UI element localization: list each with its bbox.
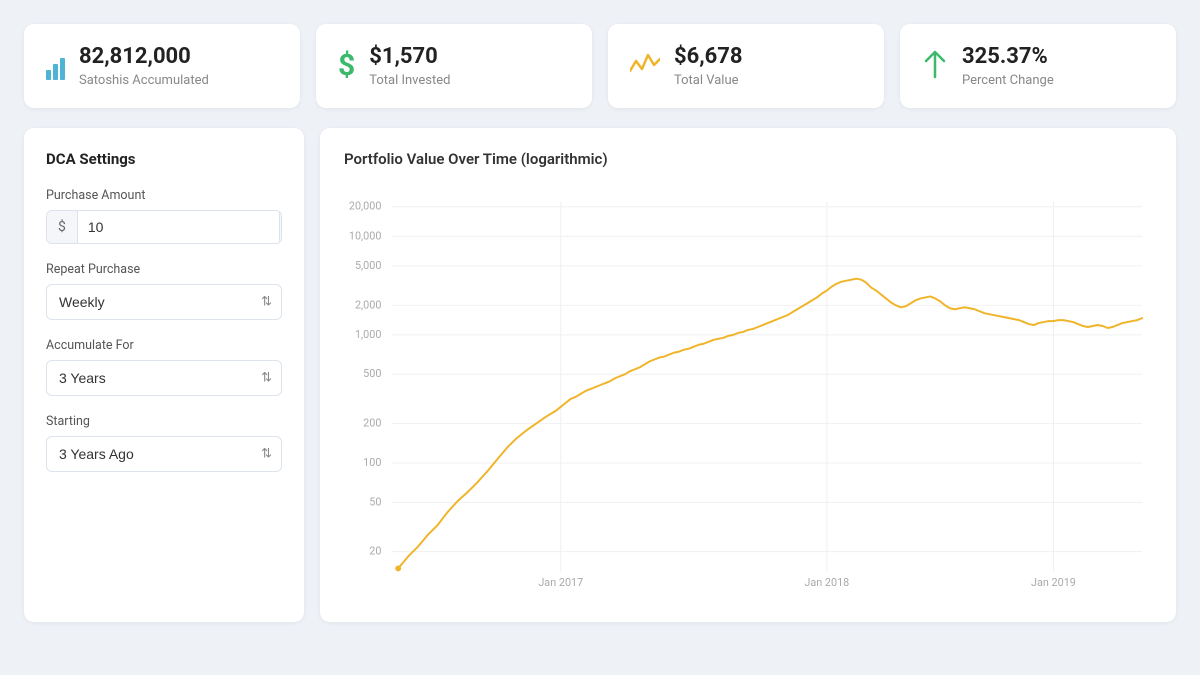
chart-panel: Portfolio Value Over Time (logarithmic) … [320, 128, 1176, 622]
card-percent-change: 325.37% Percent Change [900, 24, 1176, 108]
chart-area: 20,000 10,000 5,000 2,000 1,000 500 200 … [344, 184, 1152, 604]
repeat-purchase-group: Repeat Purchase Daily Weekly Monthly [46, 262, 282, 320]
svg-text:Jan 2018: Jan 2018 [804, 577, 849, 590]
percent-change-value: 325.37% [962, 44, 1054, 70]
arrow-up-icon [922, 49, 948, 84]
starting-label: Starting [46, 414, 282, 429]
total-value-value: $6,678 [674, 44, 743, 70]
svg-text:Jan 2019: Jan 2019 [1031, 577, 1076, 590]
repeat-purchase-select-wrap: Daily Weekly Monthly [46, 284, 282, 320]
invested-label: Total Invested [369, 73, 450, 88]
settings-panel: DCA Settings Purchase Amount $ .00 Repea… [24, 128, 304, 622]
svg-text:100: 100 [363, 456, 381, 469]
purchase-amount-group: Purchase Amount $ .00 [46, 188, 282, 244]
accumulate-for-select-wrap: 1 Year 2 Years 3 Years 5 Years 10 Years [46, 360, 282, 396]
svg-text:10,000: 10,000 [349, 230, 382, 243]
starting-select[interactable]: 1 Year Ago 2 Years Ago 3 Years Ago 5 Yea… [46, 436, 282, 472]
card-invested: $ $1,570 Total Invested [316, 24, 592, 108]
svg-text:2,000: 2,000 [355, 299, 381, 312]
svg-text:500: 500 [363, 368, 381, 381]
chart-title: Portfolio Value Over Time (logarithmic) [344, 150, 1152, 168]
purchase-amount-input[interactable] [78, 211, 279, 243]
satoshis-value: 82,812,000 [79, 44, 209, 70]
starting-group: Starting 1 Year Ago 2 Years Ago 3 Years … [46, 414, 282, 472]
purchase-amount-label: Purchase Amount [46, 188, 282, 203]
bottom-row: DCA Settings Purchase Amount $ .00 Repea… [24, 128, 1176, 622]
dollar-icon: $ [338, 51, 355, 81]
wave-icon [630, 51, 660, 82]
total-value-label: Total Value [674, 73, 743, 88]
repeat-purchase-label: Repeat Purchase [46, 262, 282, 277]
satoshis-label: Satoshis Accumulated [79, 73, 209, 88]
top-cards: 82,812,000 Satoshis Accumulated $ $1,570… [24, 24, 1176, 108]
accumulate-for-group: Accumulate For 1 Year 2 Years 3 Years 5 … [46, 338, 282, 396]
percent-change-label: Percent Change [962, 73, 1054, 88]
purchase-amount-input-row: $ .00 [46, 210, 282, 244]
svg-text:200: 200 [363, 417, 381, 430]
svg-text:1,000: 1,000 [355, 328, 381, 341]
dollar-prefix: $ [47, 211, 78, 243]
svg-text:20,000: 20,000 [349, 200, 382, 213]
svg-text:5,000: 5,000 [355, 259, 381, 272]
accumulate-for-select[interactable]: 1 Year 2 Years 3 Years 5 Years 10 Years [46, 360, 282, 396]
card-total-value: $6,678 Total Value [608, 24, 884, 108]
decimal-suffix: .00 [279, 211, 282, 243]
accumulate-for-label: Accumulate For [46, 338, 282, 353]
card-satoshis: 82,812,000 Satoshis Accumulated [24, 24, 300, 108]
bar-chart-icon [46, 52, 65, 80]
repeat-purchase-select[interactable]: Daily Weekly Monthly [46, 284, 282, 320]
svg-text:20: 20 [369, 545, 381, 558]
invested-value: $1,570 [369, 44, 450, 70]
svg-text:Jan 2017: Jan 2017 [538, 577, 583, 590]
starting-select-wrap: 1 Year Ago 2 Years Ago 3 Years Ago 5 Yea… [46, 436, 282, 472]
svg-text:50: 50 [369, 496, 381, 509]
settings-title: DCA Settings [46, 150, 282, 168]
